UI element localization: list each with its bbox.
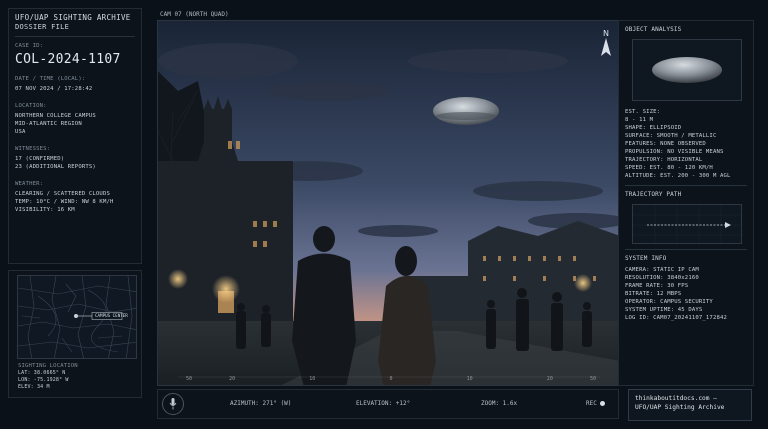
analysis-line: SPEED: EST. 80 - 120 KM/H: [625, 165, 713, 171]
analysis-line: SHAPE: ELLIPSOID: [625, 125, 682, 131]
witnesses-line: 17 (CONFIRMED): [15, 156, 65, 162]
witnesses-label: WITNESSES:: [15, 146, 51, 152]
azimuth-readout: AZIMUTH: 271° (W): [230, 400, 292, 407]
zoom-readout: ZOOM: 1.6x: [481, 400, 518, 407]
site-name: UFO/UAP Sighting Archive: [635, 404, 725, 411]
ufo-object: [433, 97, 499, 125]
location-line: NORTHERN COLLEGE CAMPUS: [15, 113, 96, 119]
ufo-thumbnail-icon: [652, 57, 722, 83]
rec-indicator: REC: [586, 400, 605, 407]
location-label: LOCATION:: [15, 103, 47, 109]
north-indicator: N: [600, 29, 612, 60]
object-thumbnail[interactable]: [632, 39, 742, 101]
case-id-label: CASE ID:: [15, 43, 44, 49]
analysis-line: EST. SIZE:: [625, 109, 661, 115]
system-line: CAMERA: STATIC IP CAM: [625, 267, 699, 273]
analysis-line: FEATURES: NONE OBSERVED: [625, 141, 706, 147]
analysis-line: ALTITUDE: EST. 200 - 300 M AGL: [625, 173, 731, 179]
dossier-subtitle: DOSSIER FILE: [15, 23, 70, 31]
ruler-tick: 50: [589, 376, 596, 382]
analysis-line: PROPULSION: NO VISIBLE MEANS: [625, 149, 724, 155]
case-id-value: COL-2024-1107: [15, 52, 121, 67]
map-elev: ELEV: 34 M: [18, 384, 50, 390]
location-line: MID-ATLANTIC REGION: [15, 121, 82, 127]
datetime-value: 07 NOV 2024 / 17:28:42: [15, 86, 93, 92]
site-url[interactable]: thinkaboutitdocs.com —: [635, 394, 745, 403]
weather-line: TEMP: 10°C / WIND: NW 8 KM/H: [15, 199, 114, 205]
witnesses-line: 23 (ADDITIONAL REPORTS): [15, 164, 96, 170]
ruler-tick: 10: [309, 376, 316, 382]
analysis-line: 8 - 11 M: [625, 117, 654, 123]
system-line: LOG ID: CAM07_20241107_172842: [625, 315, 728, 321]
analysis-line: TRAJECTORY: HORIZONTAL: [625, 157, 703, 163]
object-analysis-title: OBJECT ANALYSIS: [625, 26, 682, 33]
location-map[interactable]: CAMPUS CENTER: [17, 275, 137, 359]
weather-line: CLEARING / SCATTERED CLOUDS: [15, 191, 110, 197]
ruler-tick: 50: [186, 376, 193, 382]
location-line: USA: [15, 129, 26, 135]
map-lon: LON: -75.1928° W: [18, 377, 69, 383]
trajectory-arrow-icon: [633, 205, 743, 245]
system-line: FRAME RATE: 30 FPS: [625, 283, 689, 289]
ruler-tick: 10: [466, 376, 473, 382]
ruler-tick: 20: [546, 376, 553, 382]
mic-glyph-icon: [169, 398, 177, 410]
camera-label: CAM 07 (NORTH QUAD): [160, 11, 229, 18]
weather-line: VISIBILITY: 16 KM: [15, 207, 75, 213]
site-credit-card[interactable]: thinkaboutitdocs.com — UFO/UAP Sighting …: [628, 389, 752, 421]
map-lat: LAT: 38.0665° N: [18, 370, 66, 376]
campus-scene-image: [158, 21, 618, 385]
archive-title: UFO/UAP SIGHTING ARCHIVE: [15, 13, 131, 22]
sighting-location-panel: CAMPUS CENTER SIGHTING LOCATION LAT: 38.…: [8, 270, 142, 398]
datetime-label: DATE / TIME (LOCAL):: [15, 76, 86, 82]
sighting-location-title: SIGHTING LOCATION: [18, 363, 78, 369]
trajectory-title: TRAJECTORY PATH: [625, 191, 682, 198]
system-line: BITRATE: 12 MBPS: [625, 291, 682, 297]
rec-dot-icon: [599, 401, 605, 406]
system-line: OPERATOR: CAMPUS SECURITY: [625, 299, 713, 305]
north-label: N: [603, 29, 609, 38]
case-info-panel: UFO/UAP SIGHTING ARCHIVE DOSSIER FILE CA…: [8, 8, 142, 264]
elevation-readout: ELEVATION: +12°: [356, 400, 411, 407]
ruler-tick: 0: [389, 376, 393, 382]
trajectory-chart: [632, 204, 743, 245]
system-line: SYSTEM UPTIME: 45 DAYS: [625, 307, 703, 313]
weather-label: WEATHER:: [15, 181, 44, 187]
analysis-line: SURFACE: SMOOTH / METALLIC: [625, 133, 717, 139]
ruler-tick: 20: [229, 376, 236, 382]
camera-status-bar: AZIMUTH: 271° (W) ELEVATION: +12° ZOOM: …: [157, 389, 619, 419]
camera-feed[interactable]: N 50 20 10 0 10 20 50: [157, 20, 619, 386]
north-arrow-icon: [601, 38, 611, 56]
microphone-icon[interactable]: [162, 393, 184, 415]
analysis-panel: OBJECT ANALYSIS EST. SIZE: 8 - 11 M SHAP…: [618, 20, 754, 386]
horizon-ruler: 50 20 10 0 10 20 50: [186, 376, 596, 382]
system-line: RESOLUTION: 3840x2160: [625, 275, 699, 281]
map-marker-label: CAMPUS CENTER: [95, 313, 128, 318]
system-info-title: SYSTEM INFO: [625, 255, 667, 262]
rec-label: REC: [586, 400, 597, 407]
